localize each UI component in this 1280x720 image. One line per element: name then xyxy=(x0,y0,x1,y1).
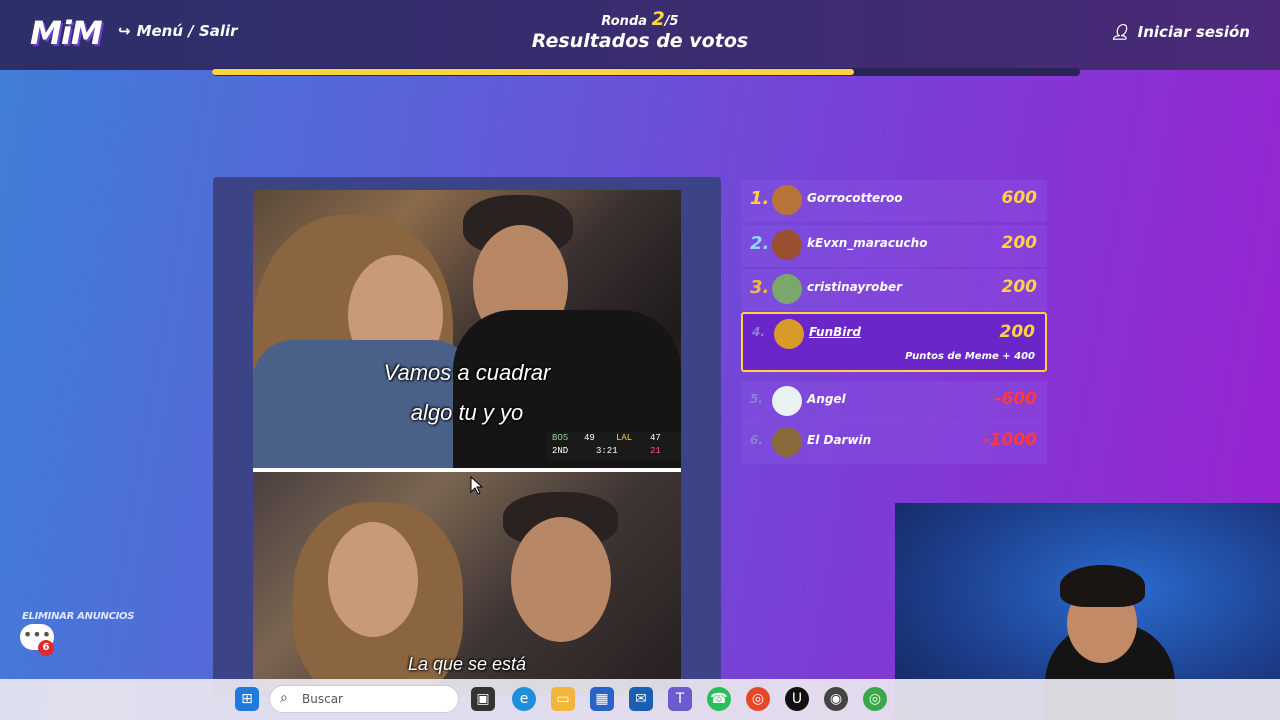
round-progress-fill xyxy=(212,69,855,75)
store-icon[interactable]: ▦ xyxy=(590,687,614,711)
ranking-row[interactable]: 4. FunBird 200 Puntos de Meme + 400 xyxy=(741,312,1047,372)
meme-caption-line1: Vamos a cuadrar xyxy=(383,360,551,385)
ranking-row[interactable]: 3. cristinayrober 200 xyxy=(741,269,1047,311)
player-avatar xyxy=(772,230,802,260)
meme-bottom-frame: La que se está xyxy=(253,472,681,690)
player-score: -1000 xyxy=(982,430,1037,450)
team2-score: 47 xyxy=(650,433,661,443)
team1-score: 49 xyxy=(584,433,595,443)
rank-number: 3. xyxy=(750,277,770,298)
ranking-row[interactable]: 5. Angel -600 xyxy=(741,381,1047,423)
rank-number: 6. xyxy=(750,433,763,447)
page-title: Resultados de votos xyxy=(531,30,749,52)
meme-top-frame: Vamos a cuadrar algo tu y yo BOS 49 LAL … xyxy=(253,190,681,470)
player-score: 600 xyxy=(1001,188,1038,208)
meme-caption-bottom: La que se está xyxy=(407,654,527,674)
shot-clock: 21 xyxy=(650,446,661,456)
top-bar: MiM ↪ Menú / Salir Ronda 2/5 Resultados … xyxy=(0,0,1280,70)
file-explorer-icon[interactable]: ▭ xyxy=(551,687,575,711)
rank-number: 5. xyxy=(750,392,763,406)
chrome-icon[interactable]: ◎ xyxy=(746,687,770,711)
round-indicator: Ronda 2/5 xyxy=(0,8,1280,30)
player-name: Angel xyxy=(807,392,846,406)
windows-start-icon[interactable]: ⊞ xyxy=(235,687,259,711)
player-name: kEvxn_maracucho xyxy=(807,236,928,250)
mail-icon[interactable]: ✉ xyxy=(629,687,653,711)
windows-taskbar: ⊞ ⌕ Buscar ▣ e ▭ ▦ ✉ T ☎ ◎ U ◉ ◎ xyxy=(0,679,1280,720)
edge-icon[interactable]: e xyxy=(512,687,536,711)
chat-notification-badge: 6 xyxy=(38,640,54,656)
whatsapp-icon[interactable]: ☎ xyxy=(707,687,731,711)
ranking-row[interactable]: 2. kEvxn_maracucho 200 xyxy=(741,225,1047,267)
mouse-cursor-icon xyxy=(470,476,484,495)
login-button[interactable]: 👤︎ Iniciar sesión xyxy=(1111,23,1250,41)
player-name[interactable]: FunBird xyxy=(809,325,861,339)
player-score: 200 xyxy=(1001,277,1038,297)
meme-caption-line2: algo tu y yo xyxy=(410,400,524,425)
upwork-icon[interactable]: U xyxy=(785,687,809,711)
teams-icon[interactable]: T xyxy=(668,687,692,711)
rank-number: 4. xyxy=(752,325,765,339)
player-avatar xyxy=(772,386,802,416)
task-view-icon[interactable]: ▣ xyxy=(471,687,495,711)
ranking-row[interactable]: 6. El Darwin -1000 xyxy=(741,422,1047,464)
app-icon[interactable]: ◉ xyxy=(824,687,848,711)
player-name: Gorrocotteroo xyxy=(807,191,903,205)
player-avatar xyxy=(772,274,802,304)
game-clock: 3:21 xyxy=(596,446,618,456)
rank-number: 1. xyxy=(750,188,770,209)
ranking-row[interactable]: 1. Gorrocotteroo 600 xyxy=(741,180,1047,222)
team1-name: BOS xyxy=(552,433,569,443)
player-name: cristinayrober xyxy=(807,280,903,294)
meme-points-bonus: Puntos de Meme + 400 xyxy=(905,351,1035,362)
player-avatar xyxy=(774,319,804,349)
person-hair-shape xyxy=(1060,565,1145,607)
meme-image: Vamos a cuadrar algo tu y yo BOS 49 LAL … xyxy=(253,190,681,690)
taskbar-search-placeholder: Buscar xyxy=(302,692,343,706)
remove-ads-link[interactable]: ELIMINAR ANUNCIOS xyxy=(22,611,134,622)
round-current: 2 xyxy=(651,8,665,30)
player-score: -600 xyxy=(994,389,1037,409)
round-total: /5 xyxy=(664,14,679,29)
game-period: 2ND xyxy=(552,446,569,456)
player-avatar xyxy=(772,427,802,457)
round-prefix: Ronda xyxy=(601,14,648,29)
search-icon: ⌕ xyxy=(280,690,288,706)
user-icon: 👤︎ xyxy=(1110,23,1130,41)
team2-name: LAL xyxy=(616,433,633,443)
meme-panel: Vamos a cuadrar algo tu y yo BOS 49 LAL … xyxy=(213,177,721,697)
chrome-profile-icon[interactable]: ◎ xyxy=(863,687,887,711)
nba-scoreboard: BOS 49 LAL 47 2ND 3:21 21 xyxy=(546,432,681,460)
round-progress-bar xyxy=(212,68,1080,76)
rank-number: 2. xyxy=(750,233,770,254)
player-score: 200 xyxy=(999,322,1036,342)
face-shape xyxy=(511,517,611,642)
login-label: Iniciar sesión xyxy=(1137,23,1250,41)
face-shape xyxy=(328,522,418,637)
player-name: El Darwin xyxy=(807,433,872,447)
taskbar-search[interactable]: ⌕ Buscar xyxy=(269,685,459,713)
player-score: 200 xyxy=(1001,233,1038,253)
player-avatar xyxy=(772,185,802,215)
